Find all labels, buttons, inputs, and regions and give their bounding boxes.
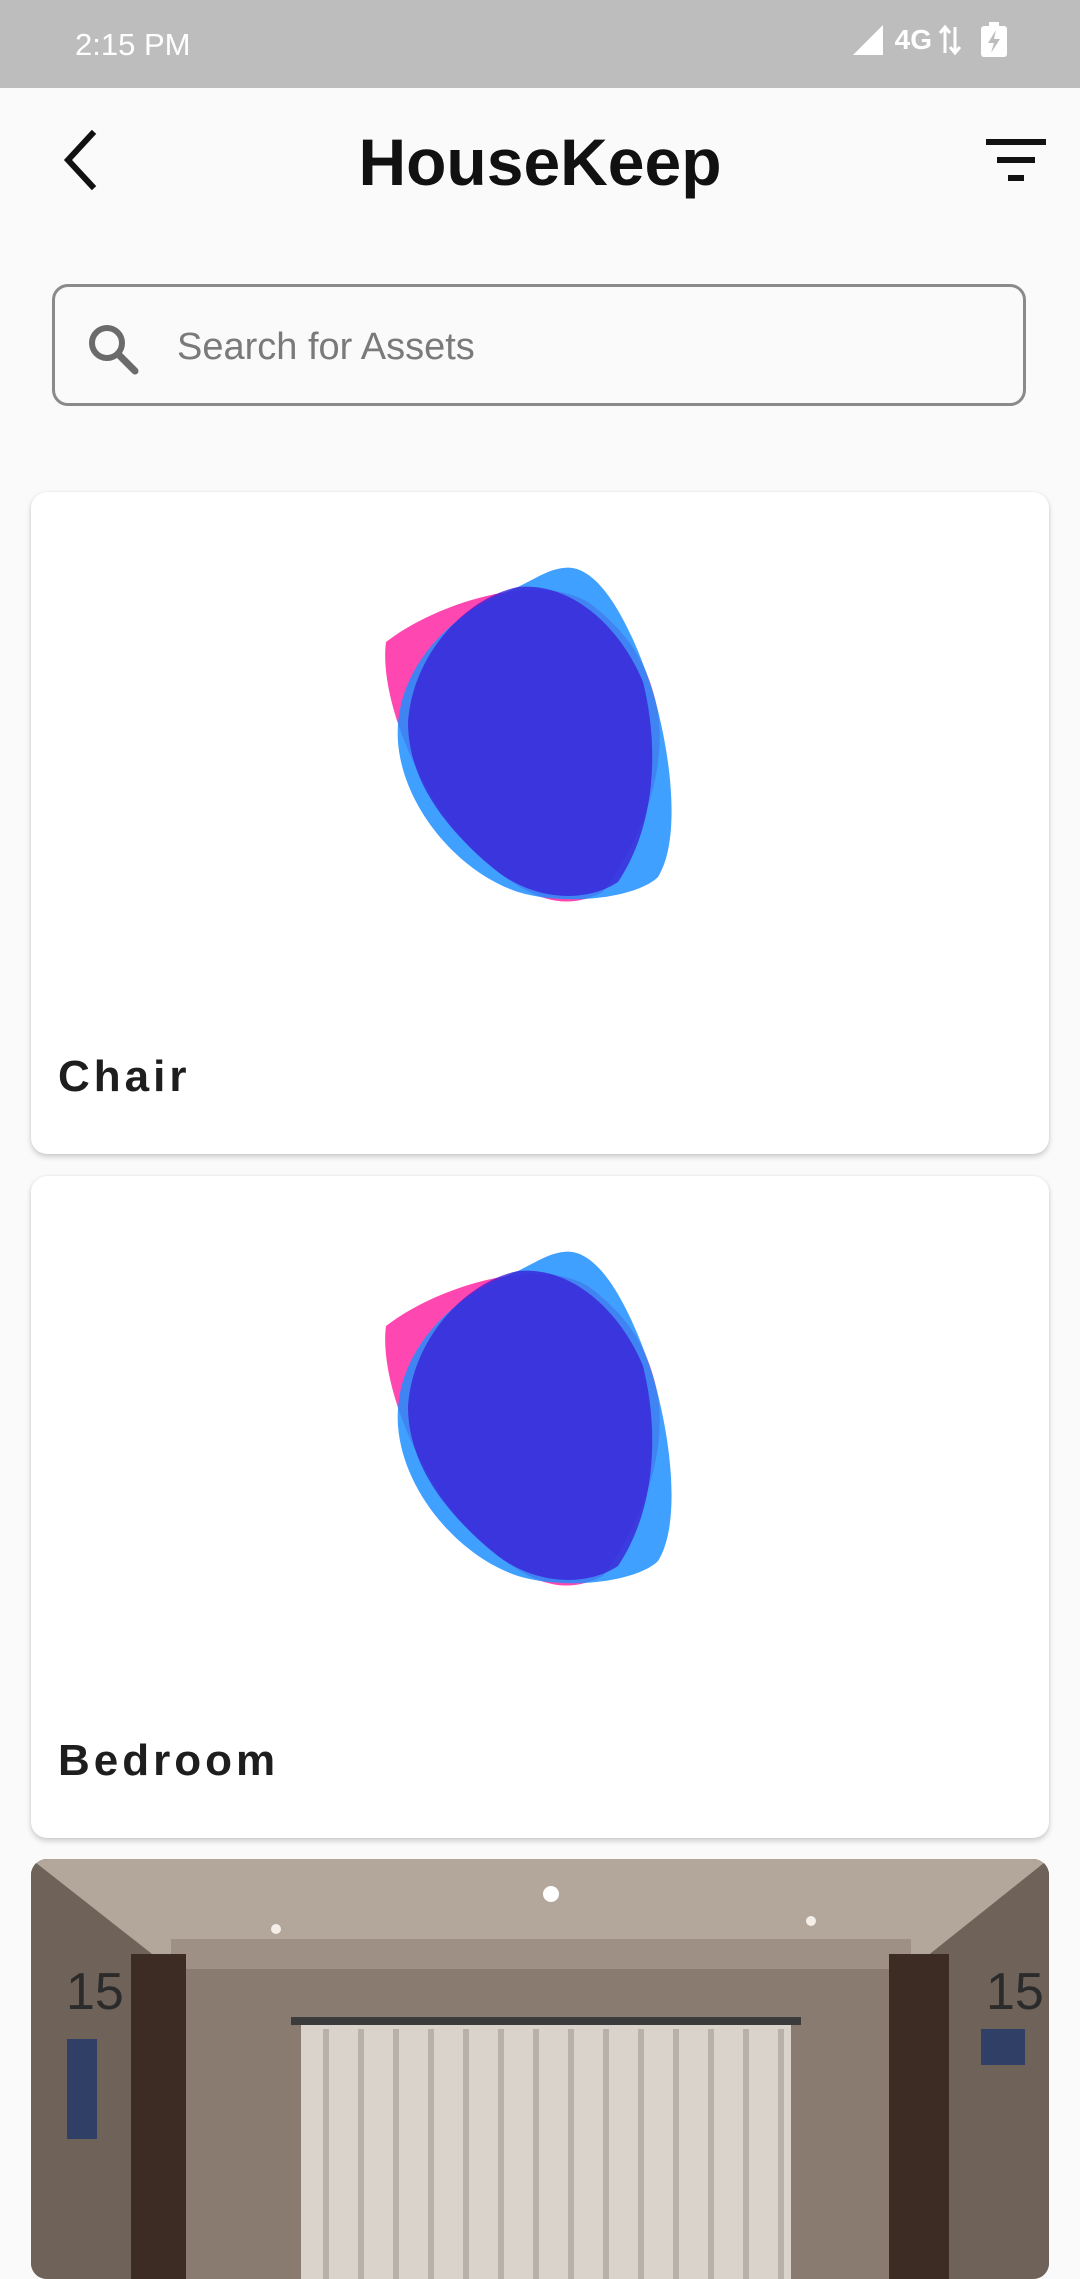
filter-button[interactable] <box>980 124 1052 196</box>
status-time: 2:15 PM <box>75 27 191 62</box>
signal-icon <box>852 25 883 55</box>
svg-text:15: 15 <box>66 1963 124 2021</box>
data-arrows-icon <box>938 24 962 56</box>
search-icon <box>89 325 139 375</box>
blob-logo-image <box>385 567 672 902</box>
status-bar: 2:15 PM 4G <box>0 0 1080 88</box>
asset-card[interactable]: Chair <box>31 492 1049 1154</box>
search-input[interactable] <box>175 315 999 379</box>
filter-icon <box>986 139 1046 181</box>
asset-card[interactable]: Bedroom <box>31 1176 1049 1838</box>
asset-card[interactable]: 15 15 <box>31 1859 1049 2279</box>
asset-card-label: Bedroom <box>58 1736 280 1785</box>
search-field[interactable] <box>52 284 1026 406</box>
svg-text:15: 15 <box>986 1963 1044 2021</box>
page-title: HouseKeep <box>358 125 722 199</box>
asset-card-label: Chair <box>58 1052 191 1101</box>
battery-charging-icon <box>981 22 1007 57</box>
blob-logo-image <box>385 1251 672 1586</box>
status-icons: 4G <box>851 22 1010 58</box>
app-bar: HouseKeep <box>0 88 1080 232</box>
hotel-hallway-photo: 15 15 <box>31 1859 1049 2279</box>
network-type: 4G <box>894 24 932 55</box>
